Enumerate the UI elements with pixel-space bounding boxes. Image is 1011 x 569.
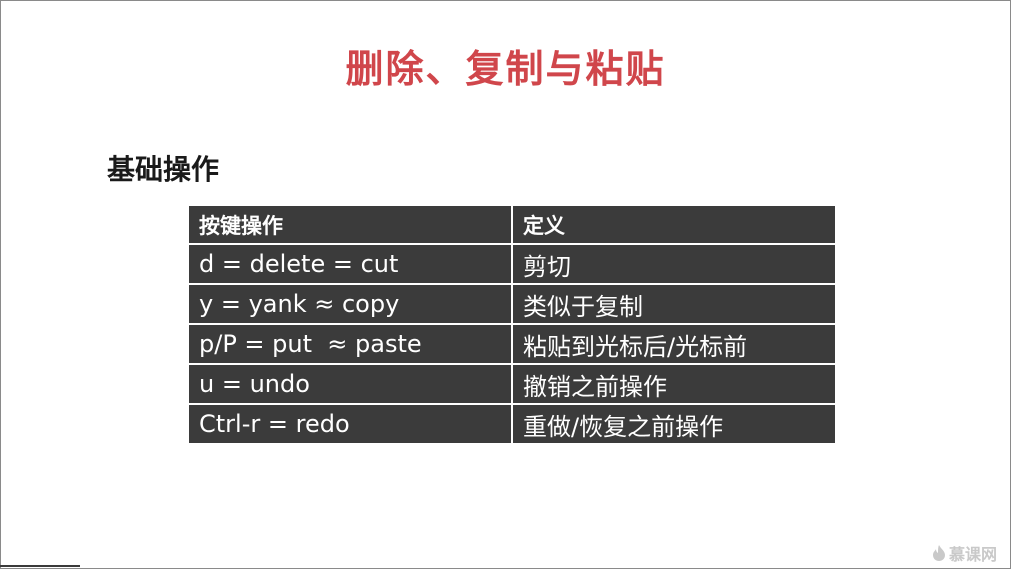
row-key-cell: u = undo [187, 363, 513, 405]
row-key-cell: Ctrl-r = redo [187, 403, 513, 445]
table-row: d = delete = cut 剪切 [187, 243, 837, 285]
table-row: Ctrl-r = redo 重做/恢复之前操作 [187, 403, 837, 445]
header-key-operation: 按键操作 [187, 204, 513, 245]
table-row: y = yank ≈ copy 类似于复制 [187, 283, 837, 325]
header-definition: 定义 [511, 204, 837, 245]
row-definition-cell: 撤销之前操作 [511, 363, 837, 405]
row-definition-cell: 重做/恢复之前操作 [511, 403, 837, 445]
flame-logo-icon [932, 545, 945, 561]
command-table: 按键操作 定义 d = delete = cut 剪切 y = yank ≈ c… [187, 204, 837, 445]
table-header-row: 按键操作 定义 [187, 204, 837, 245]
section-heading: 基础操作 [107, 153, 220, 186]
row-key-cell: d = delete = cut [187, 243, 513, 285]
row-key-cell: p/P = put ≈ paste [187, 323, 513, 365]
row-definition-cell: 粘贴到光标后/光标前 [511, 323, 837, 365]
row-definition-cell: 类似于复制 [511, 283, 837, 325]
watermark: 慕课网 [932, 541, 997, 565]
progress-line [0, 565, 80, 567]
row-key-cell: y = yank ≈ copy [187, 283, 513, 325]
watermark-text: 慕课网 [948, 545, 997, 564]
table-row: p/P = put ≈ paste 粘贴到光标后/光标前 [187, 323, 837, 365]
slide-title: 删除、复制与粘贴 [345, 47, 666, 91]
row-definition-cell: 剪切 [511, 243, 837, 285]
table-row: u = undo 撤销之前操作 [187, 363, 837, 405]
